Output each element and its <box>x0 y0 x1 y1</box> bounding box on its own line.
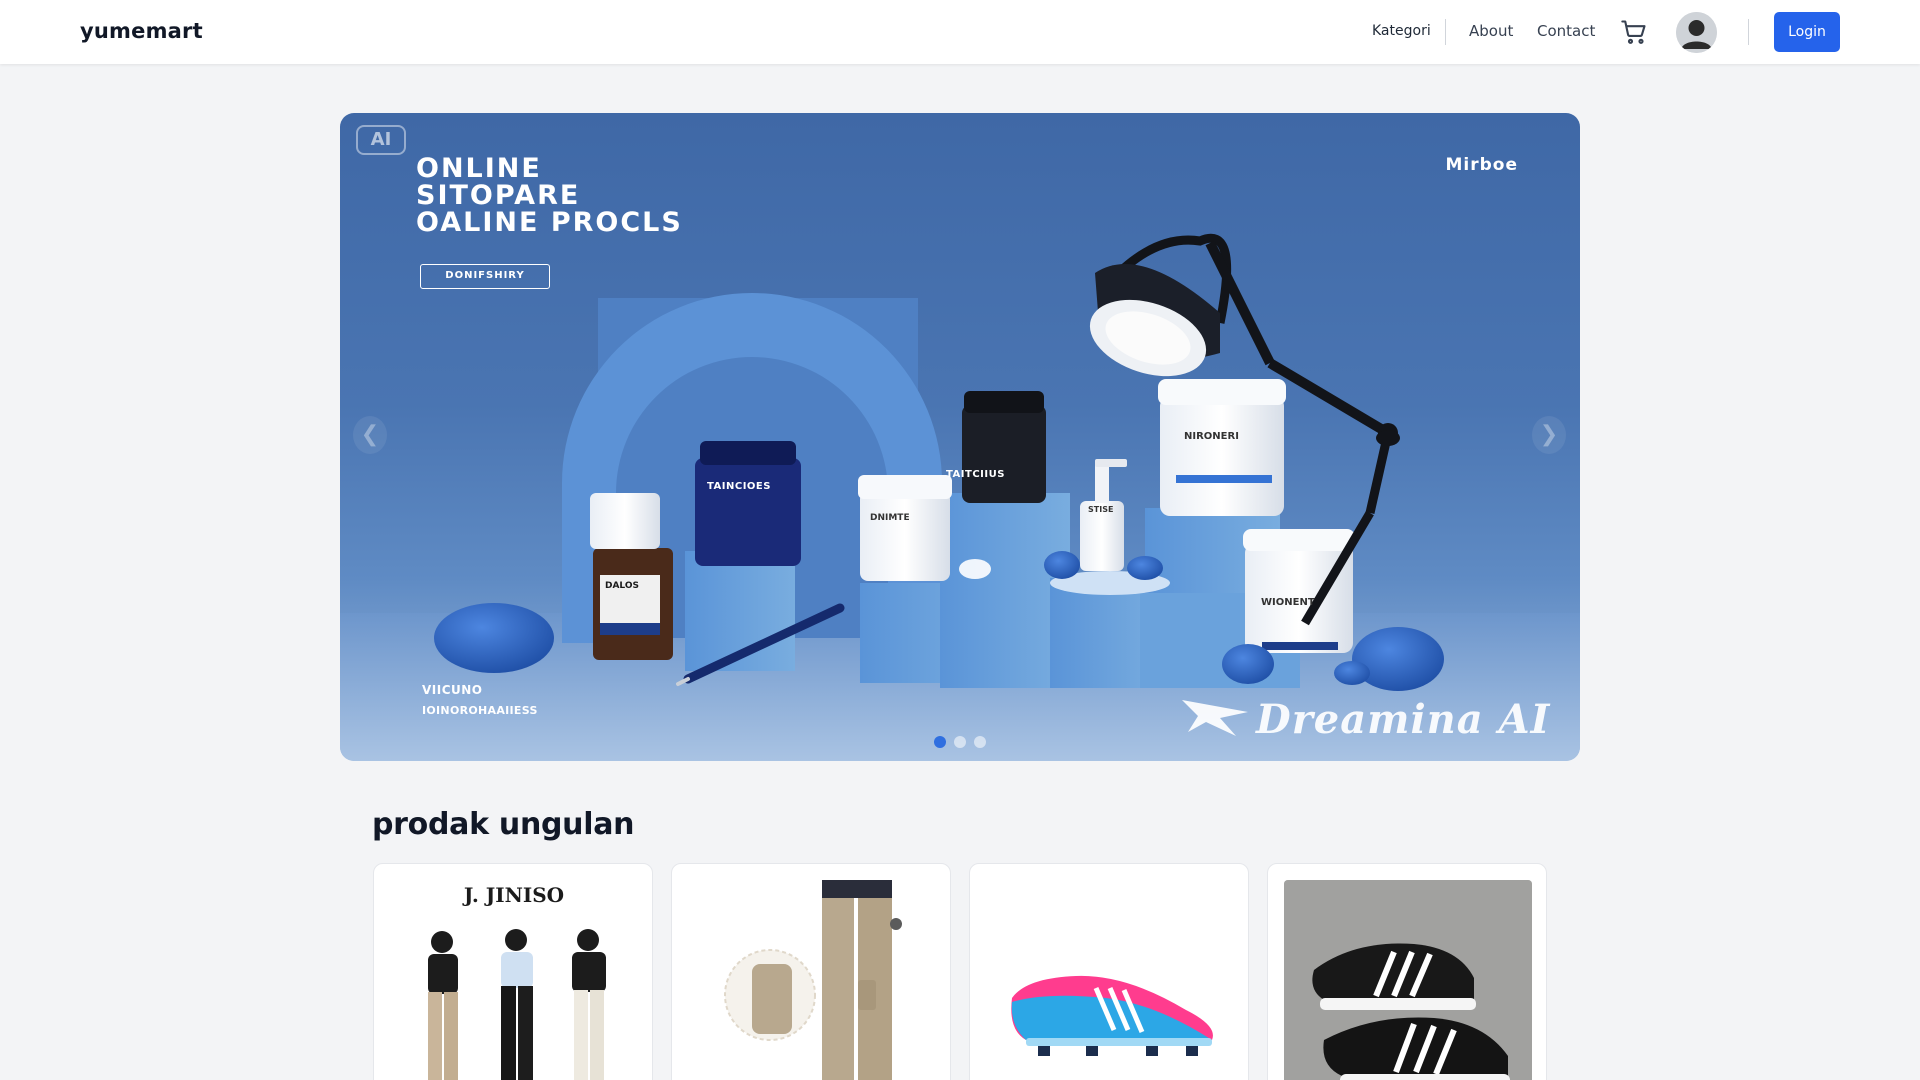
carousel-next-button[interactable]: ❯ <box>1532 416 1566 454</box>
nav-link-contact[interactable]: Contact <box>1537 22 1595 40</box>
nav-divider <box>1445 19 1446 45</box>
product-card[interactable] <box>1267 863 1547 1080</box>
section-title-featured: prodak ungulan <box>372 807 635 842</box>
nav-link-about[interactable]: About <box>1469 22 1513 40</box>
product-label: STISE <box>1088 505 1114 514</box>
carousel-dot[interactable] <box>974 736 986 748</box>
carousel-dot[interactable] <box>934 736 946 748</box>
product-label: NIRONERI <box>1184 431 1239 442</box>
product-label: DALOS <box>605 581 639 591</box>
chevron-left-icon: ❮ <box>360 422 380 447</box>
product-card[interactable] <box>969 863 1249 1080</box>
product-label: WIONENT <box>1261 597 1315 608</box>
ai-generated-badge: AI <box>356 125 406 155</box>
nav-divider <box>1748 19 1749 45</box>
carousel-prev-button[interactable]: ❮ <box>353 416 387 454</box>
hero-headline-line: OALINE PROCLS <box>416 207 683 238</box>
hero-footer-subtext: IOINOROHAAIIESS <box>422 704 538 717</box>
product-image: J. JINISO <box>390 880 638 1080</box>
hero-carousel: AI ONLINE SITOPARE OALINE PROCLS DONIFSH… <box>340 113 1580 761</box>
login-button[interactable]: Login <box>1774 12 1840 52</box>
hero-headline-line: ONLINE <box>416 153 542 184</box>
product-image <box>1284 880 1532 1080</box>
dreamina-watermark: Dreamina AI <box>1180 690 1551 743</box>
nav-link-kategori[interactable]: Kategori <box>1372 23 1431 39</box>
product-image <box>688 880 936 1080</box>
top-navbar: yumemart Kategori About Contact Login <box>0 0 1920 64</box>
carousel-indicators <box>934 733 994 748</box>
carousel-dot[interactable] <box>954 736 966 748</box>
hero-brand-text: Mirboe <box>1445 155 1518 175</box>
hero-headline: ONLINE SITOPARE OALINE PROCLS <box>416 155 683 236</box>
user-avatar-icon[interactable] <box>1676 12 1717 53</box>
product-image <box>986 880 1234 1080</box>
product-card[interactable]: J. JINISO <box>373 863 653 1080</box>
product-label: DNIMTE <box>870 513 910 523</box>
product-card[interactable] <box>671 863 951 1080</box>
product-brand-logo: J. JINISO <box>462 883 564 907</box>
product-label: TAINCIOES <box>707 481 771 492</box>
watermark-text: Dreamina AI <box>1256 696 1551 743</box>
hero-headline-line: SITOPARE <box>416 180 581 211</box>
product-label: TAITCIIUS <box>946 469 1005 480</box>
cart-icon[interactable] <box>1620 18 1648 46</box>
hero-tag-button: DONIFSHIRY <box>420 264 550 289</box>
brand-logo[interactable]: yumemart <box>80 19 203 43</box>
chevron-right-icon: ❯ <box>1539 422 1559 447</box>
hero-footer-text: VIICUNO <box>422 683 483 697</box>
dreamina-logo-icon <box>1182 700 1248 736</box>
